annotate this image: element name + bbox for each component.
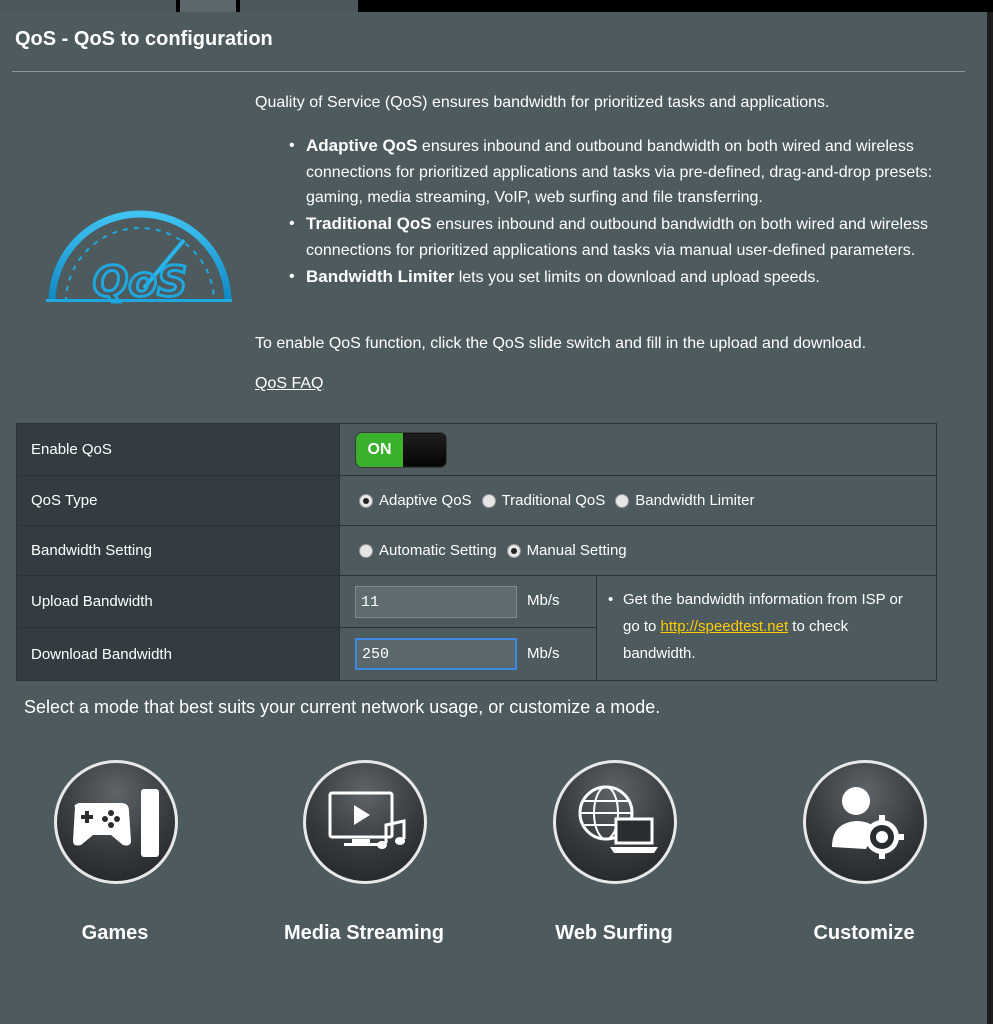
feature-term: Adaptive QoS: [306, 136, 418, 155]
radio-automatic-setting[interactable]: Automatic Setting: [359, 542, 497, 559]
mode-media-streaming-button[interactable]: [303, 760, 427, 884]
radio-manual-setting[interactable]: Manual Setting: [506, 542, 627, 559]
radio-label: Bandwidth Limiter: [635, 492, 755, 509]
radio-button[interactable]: [359, 493, 373, 508]
qos-type-radio-group: Adaptive QoS Traditional QoS Bandwidth L…: [359, 476, 764, 525]
qos-faq-link[interactable]: QoS FAQ: [255, 373, 323, 395]
radio-label: Automatic Setting: [379, 542, 497, 559]
radio-button[interactable]: [359, 543, 373, 558]
enable-instructions: To enable QoS function, click the QoS sl…: [255, 335, 867, 352]
feature-term: Traditional QoS: [306, 214, 432, 234]
mode-web-surfing-label[interactable]: Web Surfing: [504, 922, 724, 945]
qos-type-value: Adaptive QoS Traditional QoS Bandwidth L…: [339, 476, 936, 525]
feature-adaptive-qos: Adaptive QoS ensures inbound and outboun…: [287, 133, 937, 211]
bandwidth-setting-row: Bandwidth Setting Automatic Setting Manu…: [17, 526, 936, 576]
top-tab-1[interactable]: [0, 0, 176, 12]
upload-bandwidth-input[interactable]: 11: [355, 586, 517, 618]
logo-text: QoS: [93, 257, 188, 306]
radio-adaptive-qos[interactable]: Adaptive QoS: [359, 492, 472, 509]
web-surfing-icon: [578, 785, 658, 853]
mode-web-surfing[interactable]: [553, 760, 677, 884]
top-tab-3[interactable]: [240, 0, 358, 12]
enable-qos-toggle[interactable]: ON: [355, 432, 447, 468]
feature-traditional-qos: Traditional QoS ensures inbound and outb…: [287, 211, 937, 263]
mode-games[interactable]: [54, 760, 178, 884]
download-bandwidth-input[interactable]: 250: [355, 638, 517, 670]
download-unit: Mb/s: [527, 645, 560, 662]
qos-speedometer-logo-icon: QoS: [46, 210, 232, 308]
gamepad-icon: [73, 789, 159, 857]
mode-prompt: Select a mode that best suits your curre…: [24, 697, 661, 717]
feature-term: Bandwidth Limiter: [306, 266, 455, 286]
qos-feature-list: Adaptive QoS ensures inbound and outboun…: [287, 133, 937, 290]
intro-text: Quality of Service (QoS) ensures bandwid…: [255, 94, 830, 111]
bandwidth-setting-value: Automatic Setting Manual Setting: [339, 526, 936, 575]
mode-customize-label[interactable]: Customize: [754, 922, 974, 945]
enable-qos-row: Enable QoS ON: [17, 424, 936, 476]
enable-qos-value: ON: [339, 424, 936, 475]
download-bandwidth-label: Download Bandwidth: [17, 628, 339, 680]
isp-info-note: Get the bandwidth information from ISP o…: [596, 576, 936, 680]
title-divider: [12, 71, 965, 72]
scroll-edge: [987, 12, 993, 1024]
radio-bandwidth-limiter[interactable]: Bandwidth Limiter: [615, 492, 754, 509]
radio-button[interactable]: [481, 493, 496, 508]
mode-media-streaming[interactable]: [303, 760, 427, 884]
radio-button[interactable]: [506, 543, 521, 558]
feature-description: lets you set limits on download and uplo…: [454, 268, 820, 286]
radio-traditional-qos[interactable]: Traditional QoS: [481, 492, 606, 509]
mode-media-streaming-label[interactable]: Media Streaming: [254, 922, 474, 945]
media-streaming-icon: [328, 791, 406, 849]
toggle-knob: [403, 434, 446, 466]
speedtest-link[interactable]: http://speedtest.net: [661, 618, 789, 635]
radio-label: Traditional QoS: [501, 492, 606, 509]
bandwidth-setting-label: Bandwidth Setting: [17, 526, 339, 575]
upload-unit: Mb/s: [527, 592, 560, 609]
top-tab-2[interactable]: [180, 0, 236, 12]
mode-games-label[interactable]: Games: [5, 922, 225, 945]
page-title: QoS - QoS to configuration: [15, 28, 273, 50]
mode-web-surfing-button[interactable]: [553, 760, 677, 884]
radio-button[interactable]: [615, 493, 630, 508]
customize-user-gear-icon: [832, 787, 904, 859]
qos-type-label: QoS Type: [17, 476, 339, 525]
feature-bandwidth-limiter: Bandwidth Limiter lets you set limits on…: [287, 264, 937, 291]
mode-games-button[interactable]: [54, 760, 178, 884]
qos-settings-table: Enable QoS ON QoS Type Adaptive QoS Trad…: [16, 423, 937, 681]
toggle-on-text: ON: [356, 433, 403, 467]
mode-customize[interactable]: [803, 760, 927, 884]
qos-type-row: QoS Type Adaptive QoS Traditional QoS Ba…: [17, 476, 936, 526]
enable-qos-label: Enable QoS: [17, 424, 339, 475]
upload-bandwidth-label: Upload Bandwidth: [17, 576, 339, 627]
bandwidth-setting-radio-group: Automatic Setting Manual Setting: [359, 526, 637, 575]
top-tab-strip: [0, 0, 993, 12]
mode-customize-button[interactable]: [803, 760, 927, 884]
radio-label: Manual Setting: [526, 542, 627, 559]
radio-label: Adaptive QoS: [379, 492, 472, 509]
